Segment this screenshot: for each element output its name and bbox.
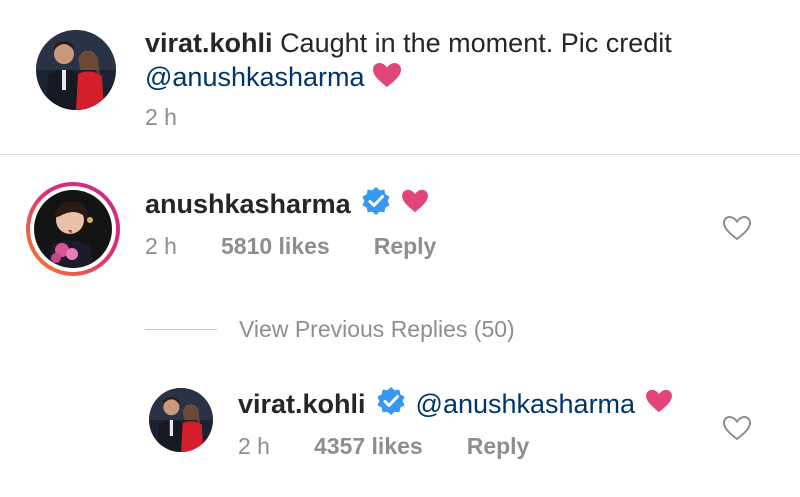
verified-badge-icon — [376, 386, 406, 423]
comment-reply-button[interactable]: Reply — [374, 233, 437, 260]
verified-badge-icon — [361, 186, 391, 223]
comment-like-button[interactable] — [722, 215, 752, 246]
comment-header: anushkasharma — [145, 186, 429, 223]
comment-timestamp: 2 h — [145, 233, 177, 259]
heart-emoji-icon — [645, 389, 673, 420]
comment-meta: 2 h 5810 likes Reply — [145, 233, 436, 260]
post-caption-text: Caught in the moment. Pic credit — [280, 28, 672, 58]
comment-likes-count[interactable]: 5810 likes — [221, 233, 330, 260]
post-caption-mention[interactable]: @anushkasharma — [145, 62, 365, 92]
view-previous-replies[interactable]: View Previous Replies (50) — [145, 316, 515, 343]
caption-divider — [0, 154, 800, 155]
heart-outline-icon — [722, 215, 752, 245]
comment-author-avatar-story-ring[interactable] — [26, 182, 120, 276]
post-author-username[interactable]: virat.kohli — [145, 28, 273, 58]
view-previous-replies-label: View Previous Replies (50) — [239, 316, 515, 342]
reply-like-button[interactable] — [722, 415, 752, 446]
post-author-avatar[interactable] — [36, 30, 116, 110]
reply-meta: 2 h 4357 likes Reply — [238, 433, 529, 460]
reply-author-username[interactable]: virat.kohli — [238, 389, 366, 420]
replies-divider-line — [145, 329, 217, 330]
reply-reply-button[interactable]: Reply — [467, 433, 530, 460]
heart-emoji-icon — [372, 62, 402, 96]
comment-author-username[interactable]: anushkasharma — [145, 189, 351, 220]
reply-mention[interactable]: @anushkasharma — [416, 389, 636, 420]
post-timestamp: 2 h — [145, 104, 177, 130]
heart-outline-icon — [722, 415, 752, 445]
heart-emoji-icon — [401, 189, 429, 220]
reply-timestamp: 2 h — [238, 433, 270, 459]
reply-header: virat.kohli @anushkasharma — [238, 386, 673, 423]
post-caption: virat.kohli Caught in the moment. Pic cr… — [145, 26, 785, 96]
reply-likes-count[interactable]: 4357 likes — [314, 433, 423, 460]
reply-author-avatar[interactable] — [149, 388, 213, 452]
